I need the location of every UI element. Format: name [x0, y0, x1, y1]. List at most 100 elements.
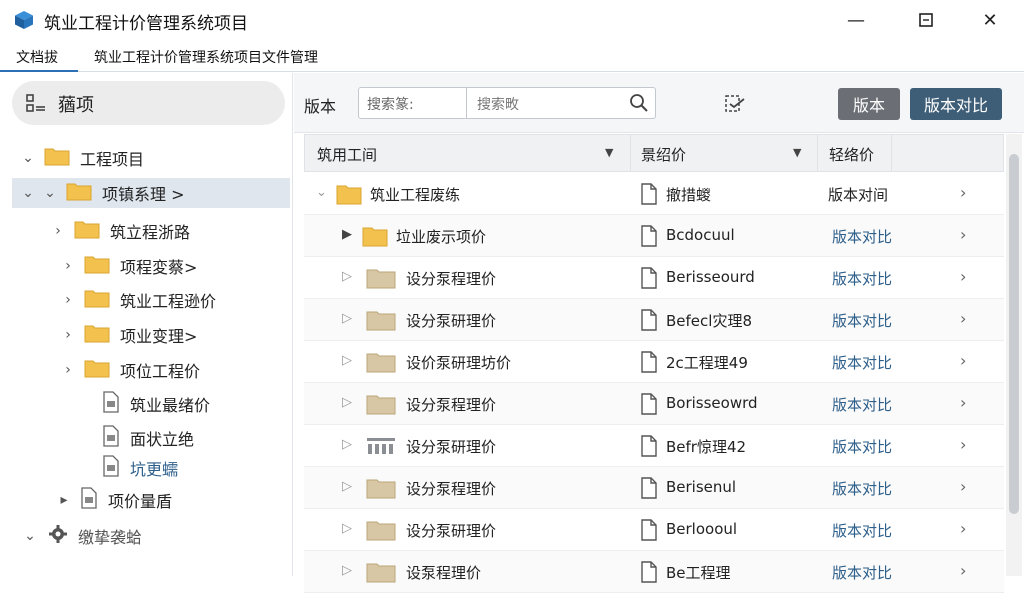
folder-icon	[84, 288, 110, 312]
document-icon	[102, 425, 120, 451]
chevron-down-icon[interactable]: ⌄	[42, 185, 58, 201]
chevron-right-icon[interactable]: ›	[960, 393, 966, 412]
sidebar-tree-item[interactable]: 筑业最绪价	[78, 389, 338, 419]
table-row[interactable]: ▷ 设分泵研理价 Befr惊理42 版本对比 ›	[304, 425, 1004, 467]
folder-icon	[362, 225, 388, 251]
sidebar-tree-item[interactable]: ⌄ ⌄ 项镇系理 >	[12, 178, 290, 208]
chevron-right-icon[interactable]: ›	[50, 223, 66, 239]
compare-versions-button[interactable]: 版本对比	[910, 88, 1002, 120]
chevron-right-icon[interactable]: ›	[960, 477, 966, 496]
chevron-down-icon[interactable]: ⌄	[20, 150, 36, 166]
table-row[interactable]: ▷ 设分泵程理价 Berisseourd 版本对比 ›	[304, 257, 1004, 299]
column-header-action[interactable]: 轻络价	[829, 144, 874, 165]
table-row[interactable]: ⌄ 筑业工程废练 撤措蝬 版本对间 ›	[304, 173, 1004, 215]
grid-list-icon	[26, 93, 46, 117]
row-compare-link[interactable]: 版本对比	[832, 226, 892, 247]
row-compare-link[interactable]: 版本对比	[832, 310, 892, 331]
chevron-right-icon[interactable]: ›	[960, 519, 966, 538]
vertical-scrollbar[interactable]	[1006, 134, 1022, 576]
chevron-right-icon[interactable]: ›	[960, 225, 966, 244]
sidebar-tree-item[interactable]: ⌄ 工程项目	[20, 143, 280, 173]
chevron-right-icon[interactable]: ›	[60, 362, 76, 378]
row-compare-link[interactable]: 版本对间	[828, 184, 888, 205]
menu-file-management[interactable]: 筑业工程计价管理系统项目文件管理	[94, 47, 318, 67]
sort-down-icon[interactable]: ▼	[605, 146, 613, 159]
chevron-right-icon[interactable]: ▸	[56, 492, 72, 508]
sidebar-tree-item[interactable]: › 筑业工程逊价	[60, 285, 320, 315]
chevron-right-icon[interactable]: ›	[960, 561, 966, 580]
gear-icon	[48, 524, 68, 548]
search-input[interactable]: 搜索畋	[477, 94, 519, 114]
folder-icon	[366, 561, 396, 587]
row-compare-link[interactable]: 版本对比	[832, 394, 892, 415]
search-field-selector[interactable]: 搜索篆:	[359, 88, 467, 118]
chevron-right-icon[interactable]: ›	[960, 435, 966, 454]
chevron-right-icon[interactable]: ›	[960, 309, 966, 328]
row-file: Befecl灾理8	[666, 312, 752, 330]
chevron-right-icon[interactable]: ›	[960, 183, 966, 202]
table-row[interactable]: ▷ 设分泵程理价 Borisseowrd 版本对比 ›	[304, 383, 1004, 425]
close-button[interactable]: ✕	[970, 4, 1010, 36]
row-name: 设分泵程理价	[406, 270, 497, 288]
expand-triangle-icon[interactable]: ▷	[342, 395, 352, 410]
search-icon[interactable]	[629, 93, 649, 117]
table-row[interactable]: ▶ 垃业废示项价 Bcdocuul 版本对比 ›	[304, 215, 1004, 257]
close-icon: ✕	[982, 9, 998, 31]
maximize-button[interactable]	[906, 4, 946, 36]
sidebar-tree-item[interactable]: › 项业变理>	[60, 320, 320, 350]
tree-item-label: 项镇系理 >	[102, 185, 185, 204]
row-compare-link[interactable]: 版本对比	[832, 562, 892, 583]
table-row[interactable]: ▷ 设分泵程理价 Berisenul 版本对比 ›	[304, 467, 1004, 509]
chevron-right-icon[interactable]: ›	[960, 267, 966, 286]
menu-documents[interactable]: 文档拔	[16, 47, 58, 67]
document-icon	[102, 455, 120, 481]
sidebar-footer-item[interactable]: ⌄ 缴挚袭蛤	[22, 521, 282, 551]
row-compare-link[interactable]: 版本对比	[832, 478, 892, 499]
sort-down-icon[interactable]: ▼	[793, 146, 801, 159]
row-file: 2c工程理49	[666, 354, 748, 372]
sidebar-tree-item[interactable]: › 项位工程价	[60, 355, 320, 385]
document-icon	[640, 183, 658, 209]
document-icon	[640, 351, 658, 377]
chevron-down-icon[interactable]: ⌄	[316, 185, 327, 200]
table-row[interactable]: ▷ 设价泵研理坊价 2c工程理49 版本对比 ›	[304, 341, 1004, 383]
expand-triangle-icon[interactable]: ▷	[342, 353, 352, 368]
row-compare-link[interactable]: 版本对比	[832, 520, 892, 541]
row-name: 筑业工程废练	[370, 186, 461, 204]
version-button[interactable]: 版本	[838, 88, 900, 120]
menu-active-indicator	[0, 70, 78, 72]
scrollbar-thumb[interactable]	[1009, 154, 1019, 514]
sidebar-tree-item[interactable]: › 项程変蔡>	[60, 251, 320, 281]
sidebar-tree-item[interactable]: ▸ 项价量盾	[56, 485, 316, 515]
row-compare-link[interactable]: 版本对比	[832, 352, 892, 373]
table-row[interactable]: ▷ 设泵程理价 Be工程理 版本对比 ›	[304, 551, 1004, 593]
table-row[interactable]: ▷ 设分泵研理价 Berloooul 版本对比 ›	[304, 509, 1004, 551]
chevron-right-icon[interactable]: ›	[60, 292, 76, 308]
filter-icon[interactable]	[724, 93, 748, 119]
chevron-down-icon[interactable]: ⌄	[20, 185, 36, 201]
row-compare-link[interactable]: 版本对比	[832, 268, 892, 289]
folder-icon	[366, 519, 396, 545]
row-compare-link[interactable]: 版本对比	[832, 436, 892, 457]
document-icon	[80, 487, 98, 513]
sidebar-header[interactable]: 蕕项	[12, 81, 285, 125]
expand-triangle-icon[interactable]: ▷	[342, 437, 352, 452]
sidebar-tree-item[interactable]: 坑更蠕	[78, 453, 338, 483]
expand-triangle-icon[interactable]: ▷	[342, 311, 352, 326]
chevron-right-icon[interactable]: ›	[960, 351, 966, 370]
sidebar-tree-item[interactable]: › 筑立程浙路	[50, 216, 310, 246]
table-row[interactable]: ▷ 设分泵研理价 Befecl灾理8 版本对比 ›	[304, 299, 1004, 341]
expand-triangle-icon[interactable]: ▶	[342, 227, 352, 242]
column-header-price[interactable]: 景绍价	[641, 144, 686, 165]
column-header-name[interactable]: 筑用工间	[317, 144, 377, 165]
chevron-right-icon[interactable]: ›	[60, 327, 76, 343]
row-file: Berloooul	[666, 520, 738, 538]
expand-triangle-icon[interactable]: ▷	[342, 521, 352, 536]
document-icon	[640, 267, 658, 293]
chevron-right-icon[interactable]: ›	[60, 258, 76, 274]
expand-triangle-icon[interactable]: ▷	[342, 269, 352, 284]
tree-item-label: 项业变理>	[120, 327, 198, 346]
expand-triangle-icon[interactable]: ▷	[342, 479, 352, 494]
minimize-button[interactable]: —	[836, 4, 876, 36]
sidebar-tree-item[interactable]: 面状立绝	[78, 423, 338, 453]
